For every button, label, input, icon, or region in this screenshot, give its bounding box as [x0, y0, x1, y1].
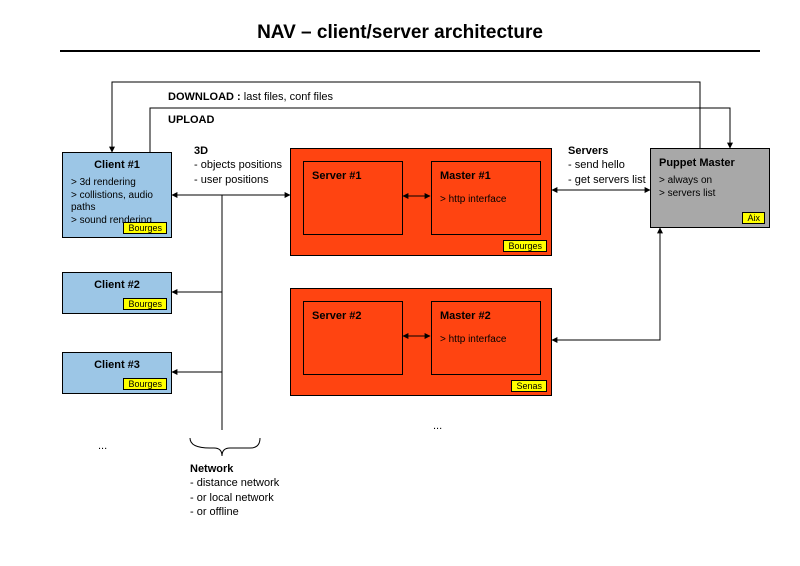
cluster-1-box: Server #1 Master #1 > http interface Bou…: [290, 148, 552, 256]
client-2-title: Client #2: [71, 279, 163, 291]
puppet-master-box: Puppet Master > always on > servers list…: [650, 148, 770, 228]
servers-label-bold: Servers: [568, 145, 608, 157]
network-desc-1: - distance network: [190, 477, 279, 489]
cluster-1-tag: Bourges: [503, 240, 547, 252]
puppet-master-title: Puppet Master: [659, 157, 761, 169]
master-2-title: Master #2: [440, 310, 532, 322]
download-label-bold: DOWNLOAD :: [168, 91, 241, 103]
three-d-desc-1: - objects positions: [194, 159, 282, 171]
upload-label: UPLOAD: [168, 113, 214, 127]
master-1-desc: > http interface: [440, 194, 532, 205]
servers-desc-1: - send hello: [568, 159, 625, 171]
client-3-title: Client #3: [71, 359, 163, 371]
client-2-box: Client #2 Bourges: [62, 272, 172, 314]
page-title: NAV – client/server architecture: [0, 22, 800, 44]
title-divider: [60, 50, 760, 52]
client-1-title: Client #1: [71, 159, 163, 171]
client-1-tag: Bourges: [123, 222, 167, 234]
server-2-title: Server #2: [312, 310, 394, 322]
server-1-box: Server #1: [303, 161, 403, 235]
server-1-title: Server #1: [312, 170, 394, 182]
client-1-feat-0: > 3d rendering: [71, 177, 163, 190]
network-label-bold: Network: [190, 463, 233, 475]
client-3-box: Client #3 Bourges: [62, 352, 172, 394]
client-1-box: Client #1 > 3d rendering > collistions, …: [62, 152, 172, 238]
puppet-master-tag: Aix: [742, 212, 765, 224]
server-2-box: Server #2: [303, 301, 403, 375]
network-label: Network - distance network - or local ne…: [190, 462, 279, 519]
ellipsis-clients: ...: [98, 440, 107, 452]
cluster-2-tag: Senas: [511, 380, 547, 392]
master-1-box: Master #1 > http interface: [431, 161, 541, 235]
client-3-tag: Bourges: [123, 378, 167, 390]
puppet-feat-1: > servers list: [659, 188, 761, 201]
network-desc-3: - or offline: [190, 506, 239, 518]
master-2-box: Master #2 > http interface: [431, 301, 541, 375]
three-d-label-bold: 3D: [194, 145, 208, 157]
ellipsis-clusters: ...: [433, 420, 442, 432]
servers-label: Servers - send hello - get servers list: [568, 144, 646, 187]
master-2-desc: > http interface: [440, 334, 532, 345]
servers-desc-2: - get servers list: [568, 174, 646, 186]
three-d-label: 3D - objects positions - user positions: [194, 144, 282, 187]
cluster-2-box: Server #2 Master #2 > http interface Sen…: [290, 288, 552, 396]
network-desc-2: - or local network: [190, 492, 274, 504]
download-label: DOWNLOAD : last files, conf files: [168, 90, 333, 104]
puppet-feat-0: > always on: [659, 175, 761, 188]
three-d-desc-2: - user positions: [194, 174, 269, 186]
download-label-desc: last files, conf files: [244, 91, 333, 103]
master-1-title: Master #1: [440, 170, 532, 182]
client-2-tag: Bourges: [123, 298, 167, 310]
client-1-feat-1: > collistions, audio paths: [71, 190, 163, 215]
